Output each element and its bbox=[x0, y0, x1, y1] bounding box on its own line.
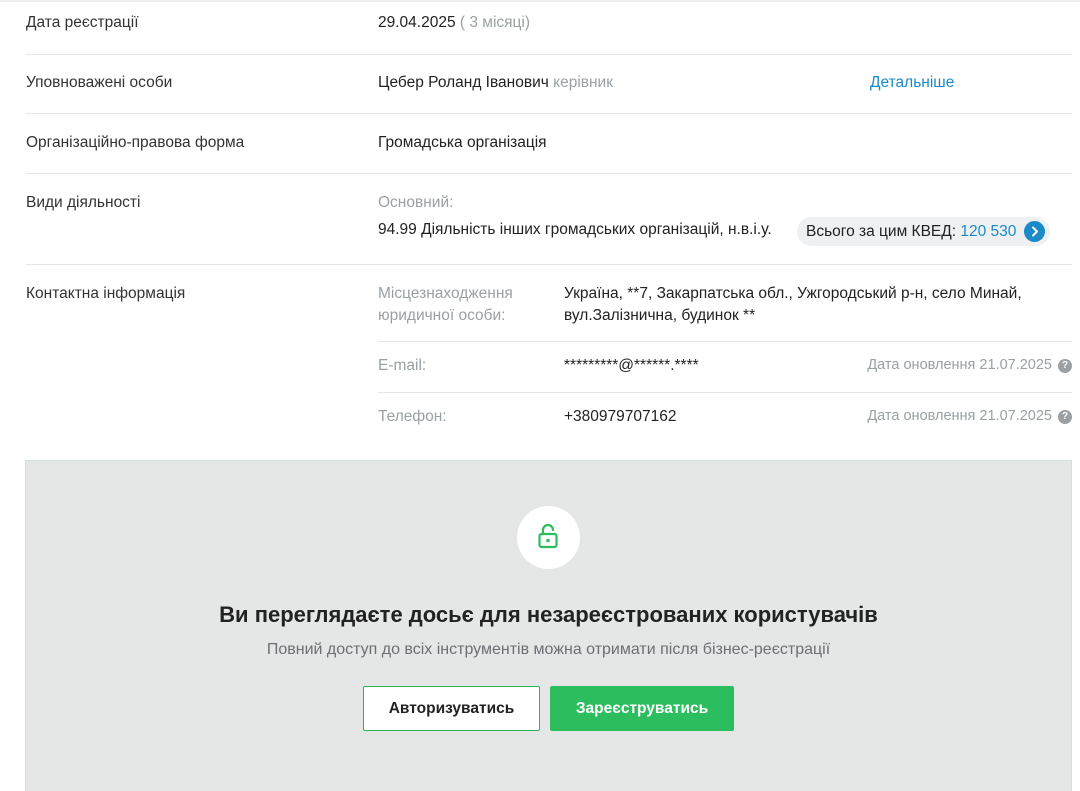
email-label: E-mail: bbox=[378, 357, 427, 374]
phone-row: Телефон: +380979707162 Дата оновлення 21… bbox=[378, 393, 1072, 443]
row-contacts: Контактна інформація Місцезнаходження юр… bbox=[26, 265, 1072, 461]
authorized-persons-label: Уповноважені особи bbox=[26, 74, 173, 91]
kved-total-value: 120 530 bbox=[960, 223, 1017, 240]
chevron-right-icon bbox=[1024, 221, 1046, 242]
address-line2: вул.Залізнична, будинок ** bbox=[564, 307, 756, 324]
address-row: Місцезнаходження юридичної особи: Україн… bbox=[378, 283, 1072, 342]
details-link[interactable]: Детальніше bbox=[870, 74, 954, 92]
registration-date-value: 29.04.2025 ( 3 місяці) bbox=[378, 14, 530, 32]
phone-updated: Дата оновлення 21.07.2025 bbox=[867, 408, 1052, 424]
primary-activity-label: Основний: bbox=[378, 194, 454, 211]
kved-total-label: Всього за цим КВЕД: bbox=[806, 223, 957, 240]
register-button[interactable]: Зареєструватись bbox=[550, 686, 734, 731]
address-label-line1: Місцезнаходження bbox=[378, 285, 513, 302]
person-role: керівник bbox=[553, 74, 613, 91]
phone-label: Телефон: bbox=[378, 408, 447, 425]
address-line1: Україна, **7, Закарпатська обл., Ужгород… bbox=[564, 285, 1022, 302]
registration-age: ( 3 місяці) bbox=[459, 14, 531, 31]
gate-subtitle: Повний доступ до всіх інструментів можна… bbox=[266, 641, 831, 658]
address-label: Місцезнаходження юридичної особи: bbox=[378, 283, 513, 327]
kved-description: 94.99 Діяльність інших громадських орган… bbox=[378, 221, 772, 238]
registration-date: 29.04.2025 bbox=[378, 14, 456, 31]
company-details: Дата реєстрації 29.04.2025 ( 3 місяці) У… bbox=[26, 0, 1072, 461]
row-registration-date: Дата реєстрації 29.04.2025 ( 3 місяці) bbox=[26, 0, 1072, 55]
address-value: Україна, **7, Закарпатська обл., Ужгород… bbox=[564, 283, 1022, 327]
help-icon[interactable]: ? bbox=[1058, 359, 1072, 373]
legal-form-label: Організаційно-правова форма bbox=[26, 134, 245, 151]
phone-value: +380979707162 bbox=[564, 408, 677, 425]
help-icon[interactable]: ? bbox=[1058, 410, 1072, 424]
activities-label: Види діяльності bbox=[26, 194, 141, 211]
kved-total-button[interactable]: Всього за цим КВЕД: 120 530 bbox=[797, 217, 1051, 246]
authorized-person: Цебер Роланд Іванович керівник bbox=[378, 74, 613, 92]
registration-gate: Ви переглядаєте досьє для незареєстрован… bbox=[25, 460, 1072, 791]
email-value: *********@******.**** bbox=[564, 357, 699, 374]
registration-date-label: Дата реєстрації bbox=[26, 14, 139, 31]
row-legal-form: Організаційно-правова форма Громадська о… bbox=[26, 114, 1072, 174]
email-row: E-mail: *********@******.**** Дата оновл… bbox=[378, 342, 1072, 393]
contacts-label: Контактна інформація bbox=[26, 285, 186, 302]
email-updated: Дата оновлення 21.07.2025 bbox=[867, 357, 1052, 373]
address-label-line2: юридичної особи: bbox=[378, 307, 506, 324]
row-activities: Види діяльності Основний: 94.99 Діяльніс… bbox=[26, 174, 1072, 265]
login-button[interactable]: Авторизуватись bbox=[363, 686, 540, 731]
legal-form-value: Громадська організація bbox=[378, 134, 547, 151]
row-authorized-persons: Уповноважені особи Цебер Роланд Іванович… bbox=[26, 55, 1072, 114]
unlock-icon bbox=[517, 506, 580, 569]
gate-title: Ви переглядаєте досьє для незареєстрован… bbox=[219, 602, 878, 627]
person-name: Цебер Роланд Іванович bbox=[378, 74, 549, 91]
